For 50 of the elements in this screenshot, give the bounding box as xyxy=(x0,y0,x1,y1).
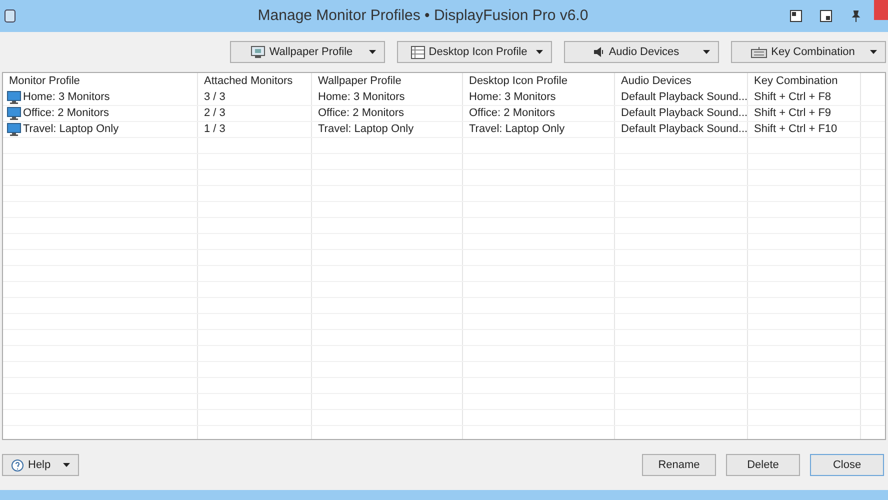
window-icon[interactable] xyxy=(790,10,802,22)
dialog-button[interactable]: Rename xyxy=(642,454,716,476)
table-cell-text: Default Playback Sound... xyxy=(621,122,748,137)
table-cell-text: Home: 3 Monitors xyxy=(469,90,556,105)
table-cell-text: Office: 2 Monitors xyxy=(469,106,555,121)
help-icon xyxy=(11,458,24,472)
dialog-button[interactable]: Delete xyxy=(726,454,800,476)
table-cell-text: Shift + Ctrl + F10 xyxy=(754,122,838,137)
table-cell-text: 2 / 3 xyxy=(204,106,226,121)
app-icon xyxy=(4,8,16,24)
toolbar-dropdown[interactable]: Wallpaper Profile xyxy=(230,41,385,63)
caret-icon xyxy=(536,50,543,54)
table-cell-text: 1 / 3 xyxy=(204,122,226,137)
table-cell-text: Default Playback Sound... xyxy=(621,106,748,121)
caret-icon xyxy=(62,463,70,467)
column-header[interactable]: Key Combination xyxy=(748,73,861,90)
caret-icon xyxy=(870,50,877,54)
table-cell-text: Office: 2 Monitors xyxy=(318,106,404,121)
monitor-icon xyxy=(7,106,21,120)
table-cell-text: Travel: Laptop Only xyxy=(469,122,565,137)
keyboard-icon xyxy=(751,46,768,58)
table-cell-text: Home: 3 Monitors xyxy=(23,90,110,105)
table-cell-text: Shift + Ctrl + F9 xyxy=(754,106,832,121)
pin-icon[interactable] xyxy=(850,10,862,22)
column-header[interactable]: Attached Monitors xyxy=(198,73,312,90)
caret-icon xyxy=(703,50,710,54)
speaker-icon xyxy=(592,46,605,58)
toolbar-dropdown[interactable]: Audio Devices xyxy=(564,41,719,63)
table-cell-text: Default Playback Sound... xyxy=(621,90,748,105)
caret-icon xyxy=(369,50,376,54)
toolbar-dropdown[interactable]: Key Combination xyxy=(731,41,886,63)
toolbar-dropdown[interactable]: Desktop Icon Profile xyxy=(397,41,552,63)
help-button[interactable]: Help xyxy=(2,454,79,476)
table-cell-text: Shift + Ctrl + F8 xyxy=(754,90,832,105)
table-cell-text: Office: 2 Monitors xyxy=(23,106,109,121)
table-cell-text: Home: 3 Monitors xyxy=(318,90,405,105)
table-cell-text: Travel: Laptop Only xyxy=(318,122,414,137)
column-header[interactable]: Wallpaper Profile xyxy=(312,73,463,90)
column-header[interactable]: Desktop Icon Profile xyxy=(463,73,615,90)
column-header[interactable]: Audio Devices xyxy=(615,73,748,90)
window-title: Manage Monitor Profiles • DisplayFusion Pro v6.0 xyxy=(256,6,590,26)
table-cell-text: Travel: Laptop Only xyxy=(23,122,119,137)
monitor-icon xyxy=(7,90,21,104)
grid-icon xyxy=(410,46,425,58)
monitor-icon xyxy=(7,122,21,136)
monitor-icon xyxy=(251,46,266,58)
table-cell-text: 3 / 3 xyxy=(204,90,226,105)
dialog-button[interactable]: Close xyxy=(810,454,884,476)
column-header[interactable]: Monitor Profile xyxy=(3,73,198,90)
window-icon[interactable] xyxy=(820,10,832,22)
